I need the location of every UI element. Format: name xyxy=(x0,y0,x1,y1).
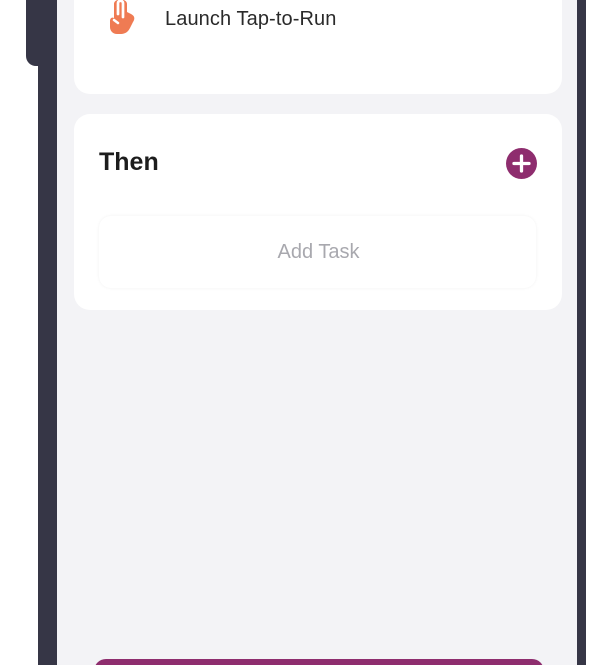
scene-editor-screen xyxy=(57,0,577,665)
add-action-button[interactable] xyxy=(506,148,537,179)
then-heading: Then xyxy=(99,148,159,176)
add-task-label: Add Task xyxy=(277,240,360,263)
primary-action-button[interactable] xyxy=(94,659,544,665)
launch-tap-to-run-condition[interactable]: Launch Tap-to-Run xyxy=(104,0,336,38)
plus-circle-icon xyxy=(512,154,531,173)
app-screen: Launch Tap-to-Run Then Add Task xyxy=(0,0,593,665)
add-task-button[interactable]: Add Task xyxy=(99,216,536,288)
launch-tap-to-run-label: Launch Tap-to-Run xyxy=(165,7,337,30)
tap-hand-icon xyxy=(104,0,138,38)
